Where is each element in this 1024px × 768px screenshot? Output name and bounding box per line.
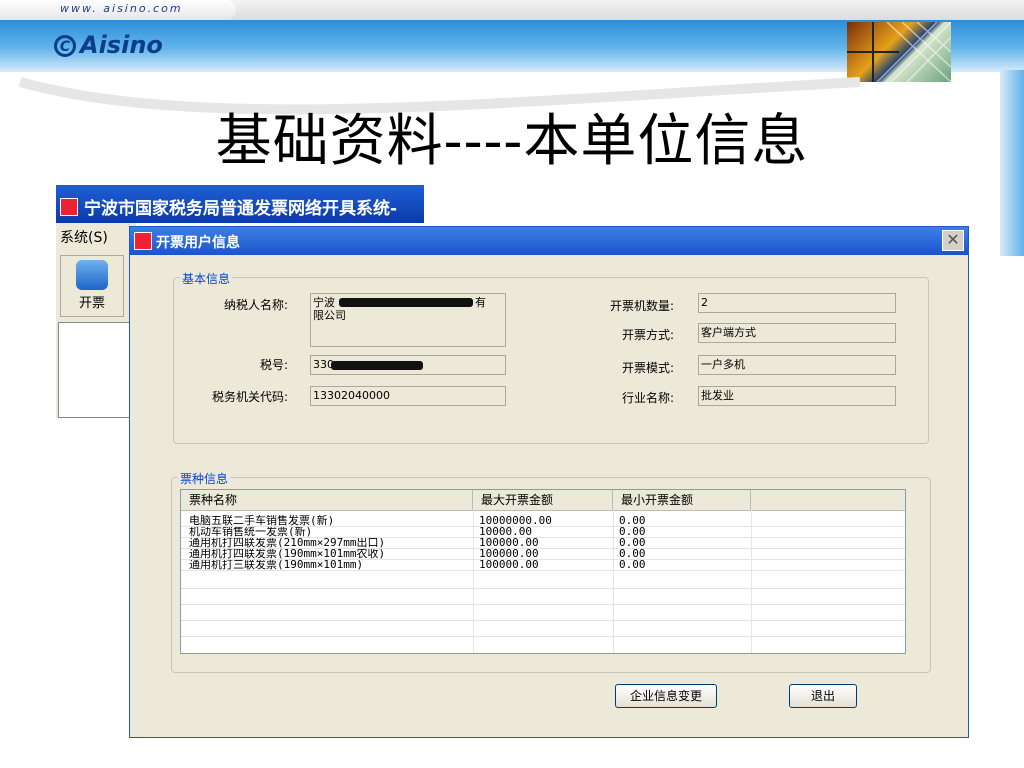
row-name: 通用机打四联发票(190mm×101mm农收) [189,548,386,559]
change-info-button[interactable]: 企业信息变更 [615,684,717,708]
grid-line [181,588,905,589]
taxpayer-name-line2: 限公司 [313,309,346,322]
table-row[interactable]: 机动车销售统一发票(新) 10000.00 0.00 [181,526,905,537]
menu-system[interactable]: 系统(S) [60,227,108,247]
dialog-titlebar[interactable]: 开票用户信息 ✕ [130,227,968,255]
grid-line [181,526,905,527]
basic-info-legend: 基本信息 [180,270,233,287]
tax-no-label: 税号: [259,358,288,372]
row-min: 0.00 [619,537,646,548]
table-row[interactable]: 电脑五联二手车销售发票(新) 10000000.00 0.00 [181,515,905,526]
dialog-app-icon [134,232,152,250]
row-max: 100000.00 [479,548,539,559]
table-row[interactable]: 通用机打四联发票(210mm×297mm出口) 100000.00 0.00 [181,537,905,548]
row-max: 10000000.00 [479,515,552,526]
tax-office-code-label: 税务机关代码: [211,390,288,404]
row-name: 通用机打三联发票(190mm×101mm) [189,559,364,570]
row-name: 通用机打四联发票(210mm×297mm出口) [189,537,386,548]
column-header-min[interactable]: 最小开票金额 [613,490,751,510]
invoice-tool-label: 开票 [78,296,105,311]
taxpayer-name-suffix: 有 [475,296,486,309]
redaction-mark [339,298,473,307]
redaction-mark [331,361,423,370]
row-min: 0.00 [619,526,646,537]
taxpayer-name-field[interactable]: 宁波 有 限公司 [310,293,506,347]
industry-label: 行业名称: [621,391,674,405]
invoice-icon [76,260,108,290]
brand-name: Aisino [80,31,163,59]
industry-field[interactable]: 批发业 [698,386,896,406]
grid-line [181,604,905,605]
bg-side-panel [58,322,134,418]
grid-line [181,636,905,637]
dialog-title: 开票用户信息 [156,235,240,251]
grid-line [181,620,905,621]
grid-line [181,559,905,560]
site-url: www. aisino.com [60,2,183,15]
row-max: 100000.00 [479,537,539,548]
slide-title: 基础资料----本单位信息 [215,109,809,174]
close-icon: ✕ [946,230,960,249]
row-name: 机动车销售统一发票(新) [189,526,313,537]
column-header-name[interactable]: 票种名称 [181,490,473,510]
issue-method-label: 开票方式: [621,328,674,342]
row-min: 0.00 [619,548,646,559]
tax-no-field[interactable]: 330 [310,355,506,375]
invoice-tool-button[interactable]: 开票 [60,255,124,317]
column-header-max[interactable]: 最大开票金额 [473,490,613,510]
grid-line [613,510,614,653]
issue-mode-label: 开票模式: [621,361,674,375]
table-row[interactable]: 通用机打四联发票(190mm×101mm农收) 100000.00 0.00 [181,548,905,559]
grid-line [473,510,474,653]
bg-window-titlebar: 宁波市国家税务局普通发票网络开具系统- [56,185,424,223]
grid-line [181,537,905,538]
exit-button[interactable]: 退出 [789,684,857,708]
issue-method-field[interactable]: 客户端方式 [698,323,896,343]
bg-window-title: 宁波市国家税务局普通发票网络开具系统- [84,199,398,219]
row-max: 100000.00 [479,559,539,570]
machine-count-field[interactable]: 2 [698,293,896,313]
machine-count-label: 开票机数量: [609,299,674,313]
grid-line [751,510,752,653]
tax-office-code-field[interactable]: 13302040000 [310,386,506,406]
row-min: 0.00 [619,515,646,526]
taxpayer-name-prefix: 宁波 [313,296,335,309]
table-header: 票种名称 最大开票金额 最小开票金额 [181,490,905,511]
row-max: 10000.00 [479,526,532,537]
row-name: 电脑五联二手车销售发票(新) [189,515,335,526]
issue-mode-field[interactable]: 一户多机 [698,355,896,375]
user-info-dialog: 开票用户信息 ✕ 基本信息 纳税人名称: 宁波 有 限公司 税号: 330 税务… [129,226,969,738]
grid-line [181,570,905,571]
taxpayer-name-label: 纳税人名称: [223,298,288,312]
row-min: 0.00 [619,559,646,570]
ticket-types-legend: 票种信息 [178,470,231,487]
grid-line [181,548,905,549]
column-header-extra [751,490,905,510]
taxpayer-name-line1: 宁波 有 [313,296,503,309]
app-icon [60,198,78,216]
brand-mark-icon: C [54,35,76,57]
table-row[interactable]: 通用机打三联发票(190mm×101mm) 100000.00 0.00 [181,559,905,570]
ticket-types-table[interactable]: 票种名称 最大开票金额 最小开票金额 电脑五联二手车销售发票(新) 100000… [180,489,906,654]
brand-logo: C Aisino [54,31,163,59]
close-button[interactable]: ✕ [942,230,964,251]
